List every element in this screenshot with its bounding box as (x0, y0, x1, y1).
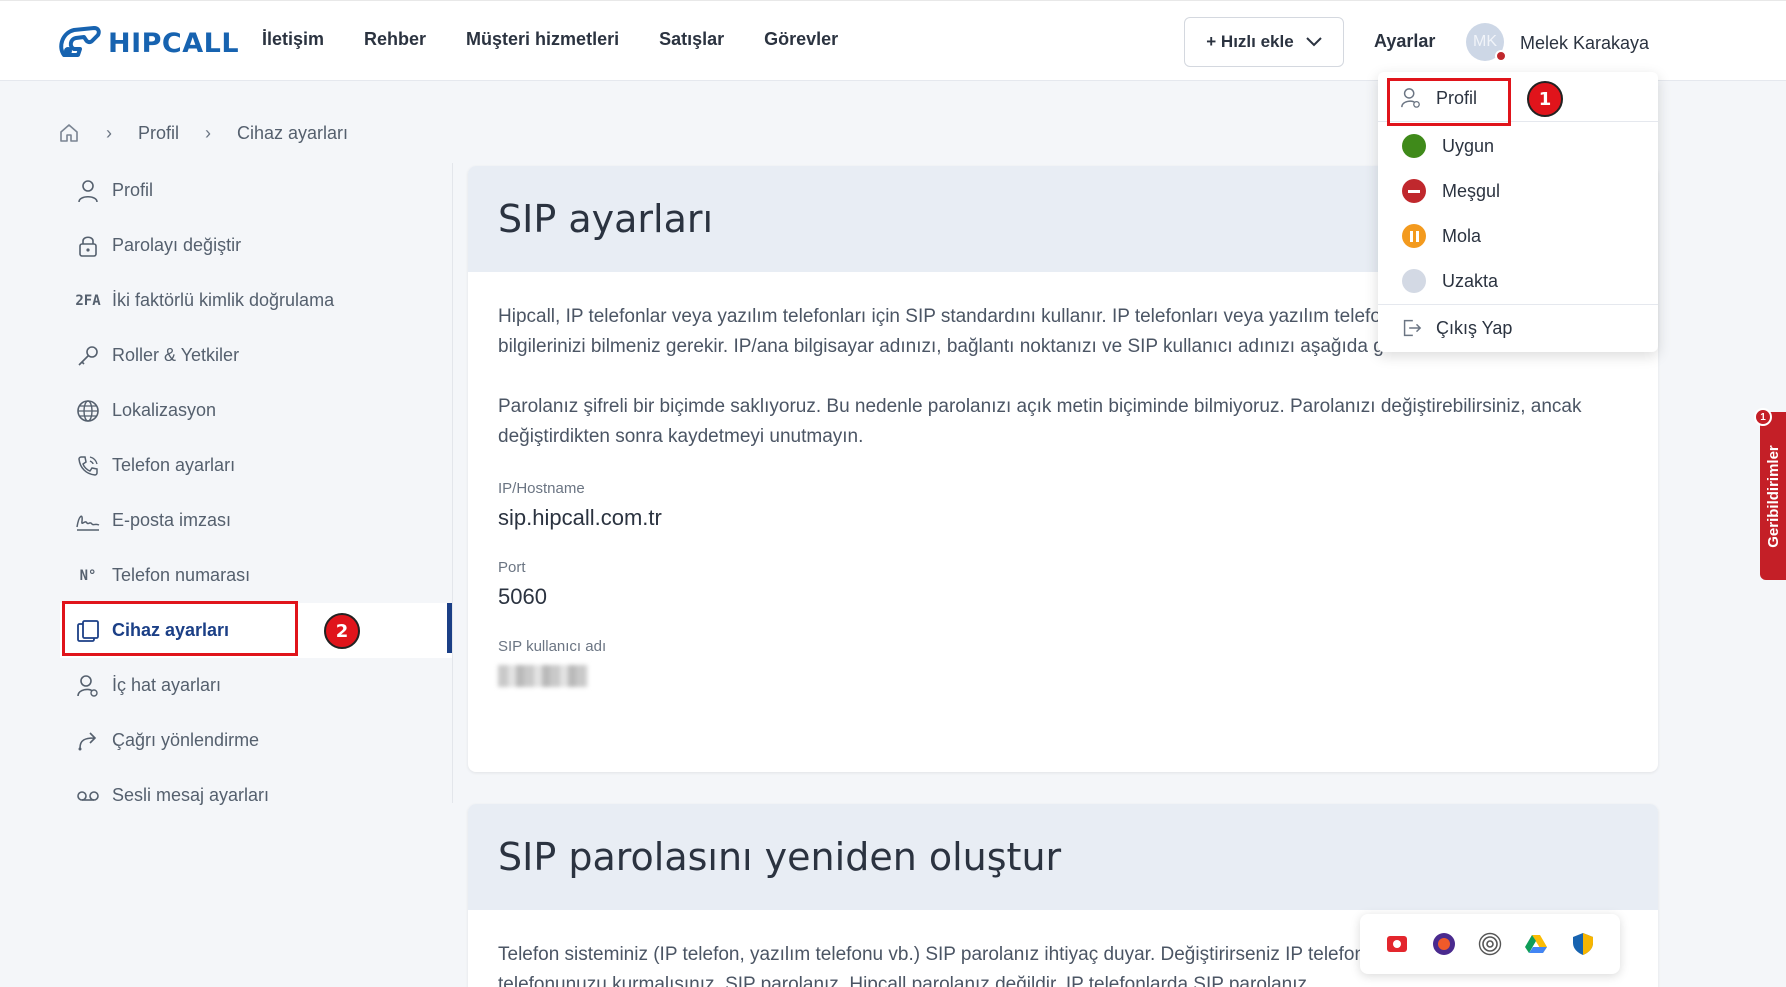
sidebar-item-voicemail[interactable]: Sesli mesaj ayarları (60, 768, 452, 823)
status-item-break[interactable]: Mola (1378, 214, 1658, 258)
sidebar-item-label: Lokalizasyon (112, 400, 217, 420)
globe-icon (74, 397, 102, 425)
key-icon (74, 342, 102, 370)
logo-mark-icon (59, 26, 101, 57)
status-label: Mola (1442, 225, 1482, 246)
avatar[interactable]: MK (1466, 23, 1507, 62)
busy-icon (1402, 179, 1426, 203)
2fa-icon: 2FA (75, 292, 101, 309)
breadcrumb-profile[interactable]: Profil (138, 123, 179, 144)
sidebar-item-extension-settings[interactable]: İç hat ayarları (60, 658, 452, 713)
annotation-badge-1: 1 (1527, 81, 1563, 117)
logout-icon (1403, 319, 1422, 337)
feedback-badge: 1 (1754, 408, 1772, 426)
drive-icon[interactable] (1523, 931, 1549, 957)
nav-item-contacts[interactable]: İletişim (262, 29, 324, 50)
chevron-right-icon: › (106, 122, 112, 143)
sidebar-item-label: Profil (112, 180, 154, 200)
card-header: SIP parolasını yeniden oluştur (468, 804, 1658, 910)
status-label: Meşgul (1442, 180, 1501, 201)
menu-item-label: Çıkış Yap (1436, 317, 1513, 338)
divider (1378, 304, 1658, 305)
feedback-tab[interactable]: Geribildirimler (1760, 412, 1786, 580)
breadcrumb-device-settings: Cihaz ayarları (237, 122, 349, 143)
voicemail-icon (74, 782, 102, 810)
breadcrumb: › Profil › Cihaz ayarları (58, 122, 348, 144)
forward-icon (74, 727, 102, 755)
status-item-busy[interactable]: Meşgul (1378, 169, 1658, 213)
user-name[interactable]: Melek Karakaya (1520, 33, 1649, 54)
sidebar-item-label: Sesli mesaj ayarları (112, 785, 270, 805)
status-label: Uzakta (1442, 270, 1499, 291)
sidebar-item-label: Parolayı değiştir (112, 235, 242, 255)
sidebar-item-label: Telefon ayarları (112, 455, 236, 475)
sidebar-item-label: İki faktörlü kimlik doğrulama (112, 290, 335, 310)
broadcast-icon[interactable] (1477, 931, 1503, 957)
section-title: SIP parolasını yeniden oluştur (498, 835, 1062, 879)
pause-icon (1402, 224, 1426, 248)
status-dot-icon (1495, 50, 1507, 62)
quick-add-label: + Hızlı ekle (1206, 32, 1294, 51)
avatar-initials: MK (1473, 33, 1497, 50)
top-navbar: HIPCALL İletişim Rehber Müşteri hizmetle… (0, 0, 1786, 81)
password-info-text: Parolanız şifreli bir biçimde saklıyoruz… (498, 396, 1582, 447)
menu-item-logout[interactable]: Çıkış Yap (1378, 306, 1658, 350)
settings-link[interactable]: Ayarlar (1374, 31, 1435, 52)
settings-sidebar: Profil Parolayı değiştir 2FA İki faktörl… (60, 163, 452, 823)
home-icon[interactable] (58, 122, 80, 144)
browser-extension-tray (1360, 914, 1620, 974)
chevron-down-icon (1305, 37, 1322, 47)
sidebar-item-label: İç hat ayarları (112, 675, 222, 695)
available-icon (1402, 134, 1426, 158)
user-settings-icon (74, 672, 102, 700)
user-icon (74, 177, 102, 205)
sidebar-item-localization[interactable]: Lokalizasyon (60, 383, 452, 438)
sip-username-label: SIP kullanıcı adı (498, 638, 607, 655)
logo[interactable]: HIPCALL (56, 25, 239, 61)
nav-item-tasks[interactable]: Görevler (764, 29, 838, 50)
screen-recorder-icon[interactable] (1384, 931, 1410, 957)
lock-icon (74, 232, 102, 260)
annotation-box-1 (1387, 78, 1511, 126)
main-nav: İletişim Rehber Müşteri hizmetleri Satış… (262, 29, 878, 50)
status-label: Uygun (1442, 135, 1495, 156)
sidebar-item-roles[interactable]: Roller & Yetkiler (60, 328, 452, 383)
status-item-available[interactable]: Uygun (1378, 124, 1658, 168)
sidebar-item-label: E-posta imzası (112, 510, 232, 530)
hostname-value: sip.hipcall.com.tr (498, 505, 662, 530)
sidebar-item-email-signature[interactable]: E-posta imzası (60, 493, 452, 548)
quick-add-button[interactable]: + Hızlı ekle (1184, 17, 1344, 67)
chevron-right-icon: › (205, 122, 212, 143)
away-icon (1402, 269, 1426, 293)
page-title: SIP ayarları (498, 197, 714, 241)
nav-item-sales[interactable]: Satışlar (659, 29, 724, 50)
sidebar-item-label: Roller & Yetkiler (112, 345, 240, 365)
sip-username-value-redacted (498, 665, 588, 687)
nav-item-customer-service[interactable]: Müşteri hizmetleri (466, 29, 619, 50)
nav-item-directory[interactable]: Rehber (364, 29, 426, 50)
security-shield-icon[interactable] (1570, 931, 1596, 957)
hostname-label: IP/Hostname (498, 480, 585, 497)
sidebar-divider (452, 163, 453, 803)
port-label: Port (498, 559, 526, 576)
annotation-box-2 (62, 601, 298, 656)
sidebar-item-phone-settings[interactable]: Telefon ayarları (60, 438, 452, 493)
extension-app-icon[interactable] (1431, 931, 1457, 957)
sidebar-item-profile[interactable]: Profil (60, 163, 452, 218)
sidebar-item-phone-number[interactable]: N° Telefon numarası (60, 548, 452, 603)
number-icon: N° (79, 567, 97, 584)
sidebar-item-change-password[interactable]: Parolayı değiştir (60, 218, 452, 273)
sidebar-item-2fa[interactable]: 2FA İki faktörlü kimlik doğrulama (60, 273, 452, 328)
sidebar-item-label: Telefon numarası (112, 565, 251, 585)
sidebar-item-call-forwarding[interactable]: Çağrı yönlendirme (60, 713, 452, 768)
brand-name: HIPCALL (108, 27, 240, 59)
sidebar-item-label: Çağrı yönlendirme (112, 730, 260, 750)
signature-icon (74, 507, 102, 535)
annotation-badge-2: 2 (324, 613, 360, 649)
feedback-label: Geribildirimler (1764, 444, 1782, 548)
status-item-away[interactable]: Uzakta (1378, 259, 1658, 303)
port-value: 5060 (498, 584, 547, 609)
phone-icon (74, 452, 102, 480)
